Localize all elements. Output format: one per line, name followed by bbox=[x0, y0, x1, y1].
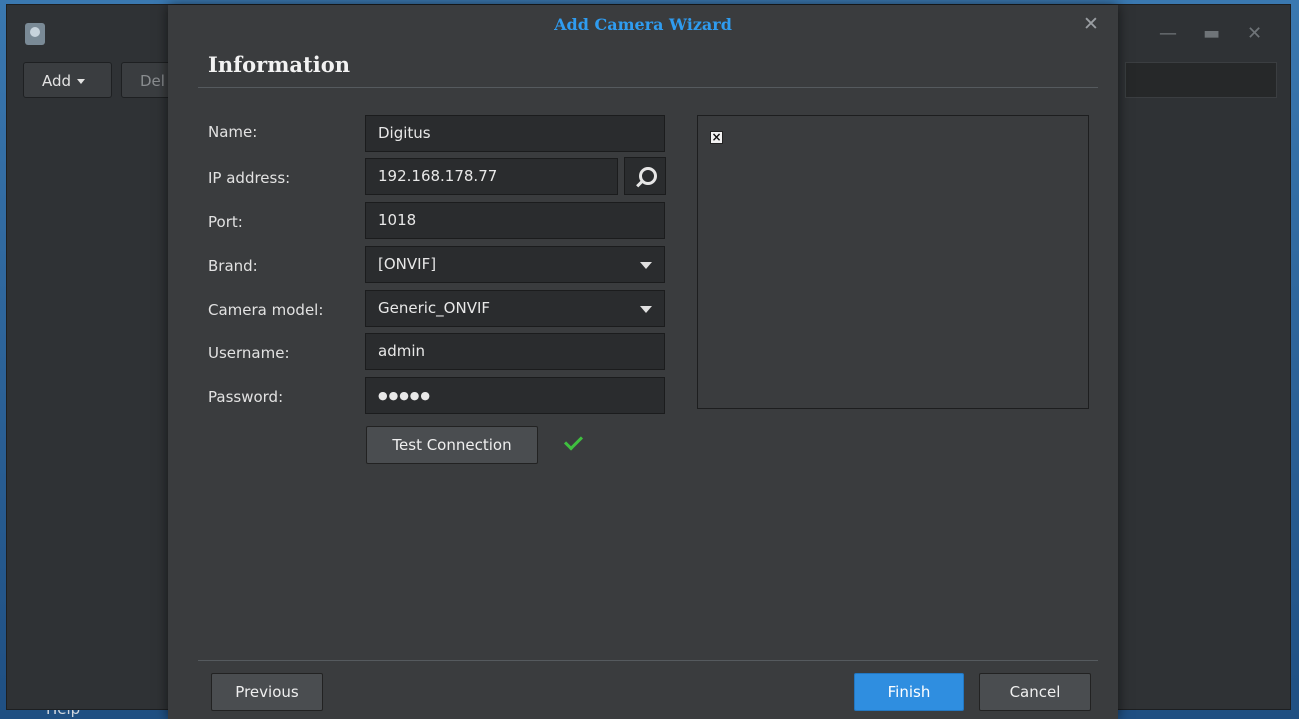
password-field[interactable]: ●●●●● bbox=[365, 377, 665, 414]
check-icon bbox=[563, 431, 584, 451]
test-connection-button[interactable]: Test Connection bbox=[366, 426, 538, 464]
password-value: ●●●●● bbox=[378, 389, 431, 402]
dialog-title: Add Camera Wizard bbox=[554, 15, 732, 34]
chevron-down-icon bbox=[77, 79, 86, 84]
password-label: Password: bbox=[208, 388, 284, 406]
username-label: Username: bbox=[208, 344, 290, 362]
ip-address-field[interactable]: 192.168.178.77 bbox=[365, 158, 618, 195]
background-search-field[interactable] bbox=[1125, 62, 1277, 98]
camera-model-select[interactable]: Generic_ONVIF bbox=[365, 290, 665, 327]
minimize-icon[interactable]: — bbox=[1159, 23, 1177, 44]
add-camera-wizard-dialog: Add Camera Wizard ✕ Information Name: Di… bbox=[168, 5, 1118, 719]
brand-label: Brand: bbox=[208, 257, 258, 275]
cancel-button[interactable]: Cancel bbox=[979, 673, 1091, 711]
delete-label: Del bbox=[140, 72, 165, 90]
chevron-down-icon bbox=[640, 306, 652, 313]
port-value: 1018 bbox=[378, 211, 417, 229]
camera-model-value: Generic_ONVIF bbox=[378, 299, 491, 317]
add-menu-label: Add bbox=[42, 72, 72, 90]
section-title: Information bbox=[208, 52, 350, 77]
name-field[interactable]: Digitus bbox=[365, 115, 665, 152]
close-window-icon[interactable]: ✕ bbox=[1247, 23, 1262, 44]
camera-preview-box: × bbox=[697, 115, 1089, 409]
username-field[interactable]: admin bbox=[365, 333, 665, 370]
broken-image-icon: × bbox=[710, 130, 723, 144]
camera-model-label: Camera model: bbox=[208, 301, 324, 319]
ip-address-value: 192.168.178.77 bbox=[378, 167, 498, 185]
port-label: Port: bbox=[208, 213, 243, 231]
footer-divider bbox=[198, 660, 1098, 661]
header-divider bbox=[198, 87, 1098, 88]
finish-button[interactable]: Finish bbox=[854, 673, 964, 711]
name-label: Name: bbox=[208, 123, 258, 141]
ip-address-label: IP address: bbox=[208, 169, 291, 187]
name-value: Digitus bbox=[378, 124, 431, 142]
brand-select[interactable]: [ONVIF] bbox=[365, 246, 665, 283]
maximize-icon[interactable]: ▬ bbox=[1203, 23, 1220, 44]
search-camera-button[interactable] bbox=[624, 157, 666, 195]
add-menu-button[interactable]: Add bbox=[23, 62, 112, 98]
close-icon[interactable]: ✕ bbox=[1083, 13, 1099, 35]
previous-button[interactable]: Previous bbox=[211, 673, 323, 711]
surveillance-app-icon bbox=[25, 23, 45, 45]
username-value: admin bbox=[378, 342, 425, 360]
port-field[interactable]: 1018 bbox=[365, 202, 665, 239]
brand-value: [ONVIF] bbox=[378, 255, 437, 273]
chevron-down-icon bbox=[640, 262, 652, 269]
